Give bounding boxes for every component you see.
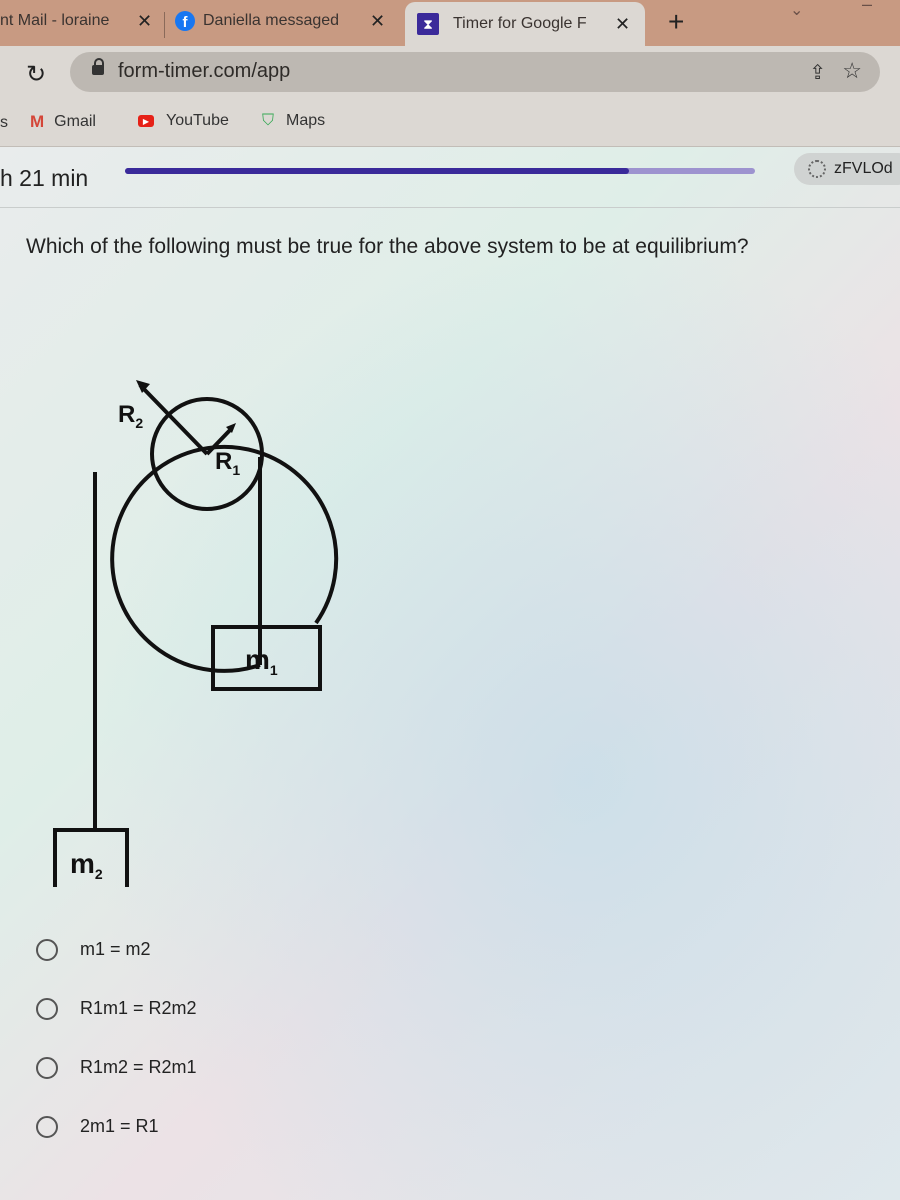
- option-label: R1m2 = R2m1: [80, 1057, 197, 1077]
- bookmark-youtube[interactable]: ▶ YouTube: [138, 112, 229, 130]
- tab-strip: nt Mail - loraine ✕ f Daniella messaged …: [0, 0, 900, 46]
- user-id: zFVLOd: [834, 160, 893, 177]
- share-icon[interactable]: ⇪: [809, 60, 826, 85]
- radio-button[interactable]: [36, 938, 58, 961]
- timer-bar: h 21 min zFVLOd: [0, 147, 900, 208]
- option-1[interactable]: m1 = m2: [36, 920, 197, 979]
- pulley-diagram: R2 R1 m1 m2: [53, 380, 339, 887]
- minimize-icon[interactable]: –: [862, 0, 872, 15]
- radio-button[interactable]: [36, 1115, 58, 1138]
- bookmarks-bar: s M Gmail ▶ YouTube ⛉ Maps: [0, 102, 900, 147]
- bookmark-maps[interactable]: ⛉ Maps: [262, 112, 325, 130]
- radio-button[interactable]: [36, 1056, 58, 1079]
- chevron-down-icon[interactable]: ⌄: [790, 0, 803, 20]
- option-2[interactable]: R1m1 = R2m2: [36, 979, 197, 1038]
- label-m1: m1: [245, 644, 278, 678]
- tab-mail[interactable]: nt Mail - loraine ✕: [0, 0, 165, 42]
- youtube-icon: ▶: [138, 115, 154, 127]
- tab-title: Timer for Google F: [453, 15, 587, 32]
- url-text[interactable]: form-timer.com/app: [118, 60, 290, 83]
- bookmark-label: Maps: [286, 112, 326, 129]
- option-4[interactable]: 2m1 = R1: [36, 1097, 197, 1156]
- bookmark-truncated[interactable]: s: [0, 114, 8, 132]
- close-icon[interactable]: ✕: [615, 14, 630, 35]
- gmail-icon: M: [30, 112, 45, 131]
- close-icon[interactable]: ✕: [137, 11, 152, 32]
- tab-title: nt Mail - loraine: [0, 12, 110, 29]
- tab-title: Daniella messaged: [203, 12, 340, 29]
- reload-icon[interactable]: ↻: [26, 60, 46, 89]
- maps-icon: ⛉: [262, 112, 275, 129]
- option-3[interactable]: R1m2 = R2m1: [36, 1038, 197, 1097]
- label-m2: m2: [70, 848, 103, 882]
- user-chip[interactable]: zFVLOd: [794, 153, 900, 185]
- tab-facebook[interactable]: f Daniella messaged ✕: [175, 0, 395, 42]
- timer-progress-bar: [125, 168, 755, 174]
- option-label: 2m1 = R1: [80, 1116, 159, 1136]
- label-r1: R1: [215, 448, 240, 478]
- fingerprint-icon: [808, 160, 826, 178]
- form-page: h 21 min zFVLOd Which of the following m…: [0, 147, 900, 1200]
- tab-timer[interactable]: ⧗ Timer for Google F ✕: [405, 2, 645, 46]
- star-icon[interactable]: ☆: [842, 58, 862, 84]
- tab-separator: [164, 12, 165, 38]
- label-r2: R2: [118, 401, 143, 431]
- lock-icon[interactable]: [92, 58, 104, 75]
- timer-progress-fill: [125, 168, 629, 174]
- time-remaining: h 21 min: [0, 165, 89, 191]
- bookmark-label: Gmail: [54, 113, 96, 130]
- question-text: Which of the following must be true for …: [26, 235, 749, 258]
- hourglass-icon: ⧗: [417, 13, 439, 35]
- facebook-icon: f: [175, 11, 195, 31]
- radio-button[interactable]: [36, 997, 58, 1020]
- address-bar[interactable]: form-timer.com/app ⇪ ☆: [70, 52, 880, 92]
- radius-r2-line: [138, 383, 209, 456]
- option-label: R1m1 = R2m2: [80, 998, 197, 1018]
- option-label: m1 = m2: [80, 939, 151, 959]
- bookmark-gmail[interactable]: M Gmail: [30, 112, 96, 132]
- answer-options: m1 = m2 R1m1 = R2m2 R1m2 = R2m1 2m1 = R1: [36, 920, 197, 1156]
- outer-pulley: [110, 444, 339, 673]
- bookmark-label: YouTube: [166, 112, 229, 129]
- new-tab-button[interactable]: +: [668, 6, 684, 38]
- close-icon[interactable]: ✕: [370, 11, 385, 32]
- browser-toolbar: ↻ form-timer.com/app ⇪ ☆: [0, 46, 900, 102]
